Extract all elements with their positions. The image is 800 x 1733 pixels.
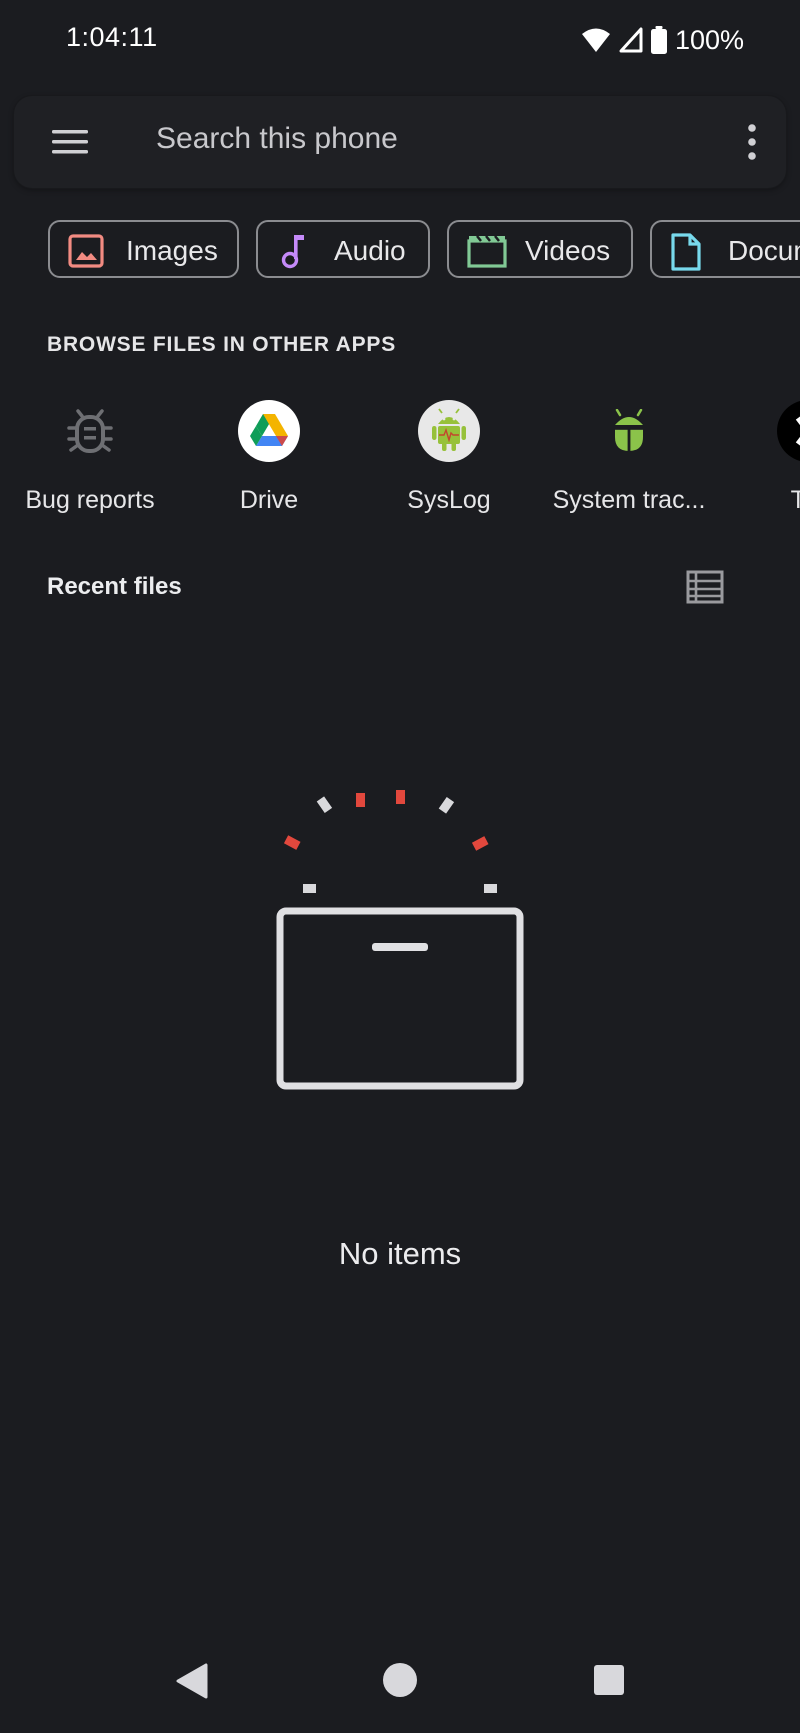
cellular-signal-icon bbox=[619, 27, 643, 53]
recents-icon[interactable] bbox=[593, 1664, 625, 1701]
app-label: Drive bbox=[239, 486, 299, 514]
android-icon bbox=[418, 400, 480, 462]
app-label: SysLog bbox=[407, 486, 491, 514]
system-trace-icon bbox=[598, 400, 660, 462]
app-bug-reports[interactable]: Bug reports bbox=[0, 395, 180, 525]
empty-state-message: No items bbox=[338, 1236, 462, 1271]
recent-files-heading: Recent files bbox=[47, 573, 182, 600]
chip-label: Docum bbox=[728, 235, 800, 266]
list-view-toggle-icon[interactable] bbox=[686, 570, 724, 604]
image-icon bbox=[68, 233, 104, 269]
hamburger-menu-icon[interactable] bbox=[50, 124, 90, 160]
status-icons: 100% bbox=[581, 22, 744, 58]
document-icon bbox=[670, 233, 706, 271]
system-navigation-bar bbox=[0, 1640, 800, 1733]
browse-heading: BROWSE FILES IN OTHER APPS bbox=[47, 333, 397, 356]
status-time: 1:04:11 bbox=[66, 22, 158, 52]
bug-icon bbox=[59, 400, 121, 462]
battery-icon bbox=[650, 26, 667, 54]
app-label: Ter bbox=[790, 486, 800, 514]
chip-label: Audio bbox=[334, 235, 406, 266]
app-label: Bug reports bbox=[25, 486, 155, 514]
chip-images[interactable]: Images bbox=[48, 220, 239, 278]
music-note-icon bbox=[276, 233, 312, 269]
empty-box-illustration bbox=[260, 780, 540, 1092]
search-bar[interactable]: Search this phone bbox=[14, 96, 786, 188]
app-drive[interactable]: Drive bbox=[179, 395, 359, 525]
chip-label: Videos bbox=[525, 235, 611, 266]
terminal-x-icon bbox=[777, 400, 800, 462]
back-icon[interactable] bbox=[174, 1662, 208, 1705]
app-label: System trac... bbox=[552, 486, 706, 514]
battery-percentage: 100% bbox=[674, 24, 744, 55]
wifi-icon bbox=[581, 27, 611, 53]
clapperboard-icon bbox=[467, 233, 507, 269]
chip-documents[interactable]: Docum bbox=[650, 220, 800, 278]
more-options-icon[interactable] bbox=[740, 120, 764, 164]
app-terminal[interactable]: Ter bbox=[718, 395, 800, 525]
google-drive-icon bbox=[238, 400, 300, 462]
app-syslog[interactable]: SysLog bbox=[359, 395, 539, 525]
browse-apps-row: Bug reports Drive SysLog System trac... … bbox=[0, 395, 800, 525]
chip-audio[interactable]: Audio bbox=[256, 220, 430, 278]
status-bar: 1:04:11 100% bbox=[0, 0, 800, 80]
chip-label: Images bbox=[126, 235, 218, 266]
home-icon[interactable] bbox=[382, 1662, 418, 1703]
chip-videos[interactable]: Videos bbox=[447, 220, 633, 278]
app-system-tracing[interactable]: System trac... bbox=[539, 395, 719, 525]
category-chips: Images Audio Videos Docum bbox=[0, 220, 800, 282]
search-input[interactable]: Search this phone bbox=[156, 122, 398, 156]
